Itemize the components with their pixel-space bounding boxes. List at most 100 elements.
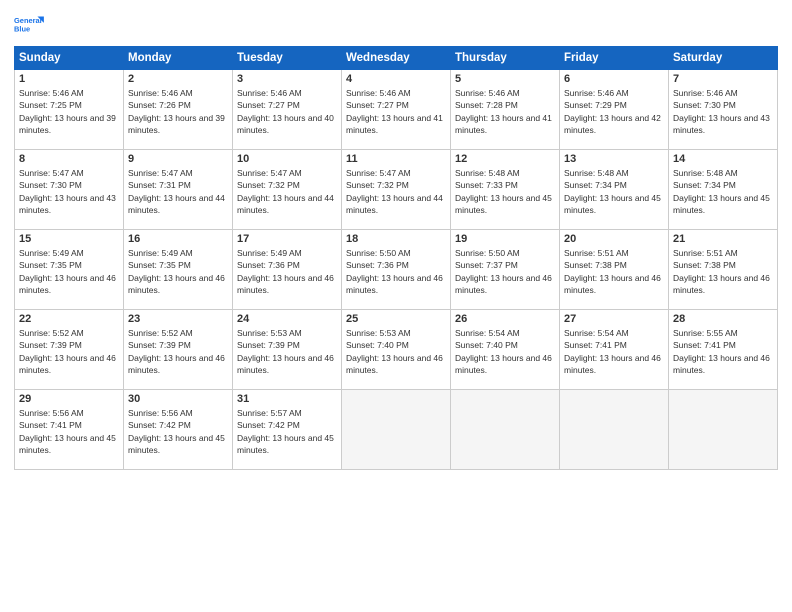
day-number: 19 [455,233,555,245]
header: GeneralBlue [14,10,778,38]
calendar-day-20: 20 Sunrise: 5:51 AMSunset: 7:38 PMDayligh… [560,230,669,310]
day-number: 31 [237,393,337,405]
calendar-day-7: 7 Sunrise: 5:46 AMSunset: 7:30 PMDaylight… [669,70,778,150]
day-info: Sunrise: 5:48 AMSunset: 7:34 PMDaylight:… [564,167,664,216]
day-info: Sunrise: 5:49 AMSunset: 7:35 PMDaylight:… [128,247,228,296]
day-info: Sunrise: 5:53 AMSunset: 7:39 PMDaylight:… [237,327,337,376]
calendar-day-17: 17Sunrise: 5:49 AMSunset: 7:36 PMDayligh… [233,230,342,310]
calendar-day-30: 30 Sunrise: 5:56 AMSunset: 7:42 PMDayligh… [124,390,233,470]
day-info: Sunrise: 5:56 AMSunset: 7:42 PMDaylight:… [128,407,228,456]
calendar-day-22: 22 Sunrise: 5:52 AMSunset: 7:39 PMDayligh… [15,310,124,390]
day-info: Sunrise: 5:52 AMSunset: 7:39 PMDaylight:… [19,327,119,376]
calendar-day-1: 1 Sunrise: 5:46 AMSunset: 7:25 PMDaylight… [15,70,124,150]
day-number: 29 [19,393,119,405]
day-info: Sunrise: 5:51 AMSunset: 7:38 PMDaylight:… [564,247,664,296]
calendar-empty [560,390,669,470]
day-info: Sunrise: 5:48 AMSunset: 7:34 PMDaylight:… [673,167,773,216]
calendar-day-18: 18 Sunrise: 5:50 AMSunset: 7:36 PMDayligh… [342,230,451,310]
calendar-day-27: 27Sunrise: 5:54 AMSunset: 7:41 PMDayligh… [560,310,669,390]
day-number: 2 [128,73,228,85]
calendar-day-4: 4Sunrise: 5:46 AMSunset: 7:27 PMDaylight… [342,70,451,150]
day-number: 27 [564,313,664,325]
calendar-day-16: 16 Sunrise: 5:49 AMSunset: 7:35 PMDayligh… [124,230,233,310]
calendar-day-6: 6 Sunrise: 5:46 AMSunset: 7:29 PMDaylight… [560,70,669,150]
logo-icon: GeneralBlue [14,10,46,38]
calendar-day-23: 23 Sunrise: 5:52 AMSunset: 7:39 PMDayligh… [124,310,233,390]
col-header-friday: Friday [560,47,669,70]
calendar-day-10: 10 Sunrise: 5:47 AMSunset: 7:32 PMDayligh… [233,150,342,230]
day-number: 20 [564,233,664,245]
day-number: 14 [673,153,773,165]
col-header-tuesday: Tuesday [233,47,342,70]
day-number: 16 [128,233,228,245]
day-number: 9 [128,153,228,165]
svg-text:General: General [14,16,42,25]
day-info: Sunrise: 5:46 AMSunset: 7:25 PMDaylight:… [19,87,119,136]
day-number: 25 [346,313,446,325]
day-info: Sunrise: 5:55 AMSunset: 7:41 PMDaylight:… [673,327,773,376]
col-header-sunday: Sunday [15,47,124,70]
calendar-day-5: 5 Sunrise: 5:46 AMSunset: 7:28 PMDaylight… [451,70,560,150]
day-info: Sunrise: 5:46 AMSunset: 7:29 PMDaylight:… [564,87,664,136]
day-info: Sunrise: 5:48 AMSunset: 7:33 PMDaylight:… [455,167,555,216]
svg-text:Blue: Blue [14,24,30,33]
calendar-week-2: 8Sunrise: 5:47 AMSunset: 7:30 PMDaylight… [15,150,778,230]
calendar-table: SundayMondayTuesdayWednesdayThursdayFrid… [14,46,778,470]
calendar-day-15: 15 Sunrise: 5:49 AMSunset: 7:35 PMDayligh… [15,230,124,310]
day-number: 23 [128,313,228,325]
calendar-day-29: 29 Sunrise: 5:56 AMSunset: 7:41 PMDayligh… [15,390,124,470]
day-info: Sunrise: 5:49 AMSunset: 7:35 PMDaylight:… [19,247,119,296]
day-info: Sunrise: 5:47 AMSunset: 7:32 PMDaylight:… [346,167,446,216]
calendar-week-4: 22 Sunrise: 5:52 AMSunset: 7:39 PMDayligh… [15,310,778,390]
day-info: Sunrise: 5:49 AMSunset: 7:36 PMDaylight:… [237,247,337,296]
day-info: Sunrise: 5:57 AMSunset: 7:42 PMDaylight:… [237,407,337,456]
day-number: 6 [564,73,664,85]
calendar-day-11: 11 Sunrise: 5:47 AMSunset: 7:32 PMDayligh… [342,150,451,230]
col-header-saturday: Saturday [669,47,778,70]
day-info: Sunrise: 5:56 AMSunset: 7:41 PMDaylight:… [19,407,119,456]
day-number: 15 [19,233,119,245]
day-info: Sunrise: 5:46 AMSunset: 7:30 PMDaylight:… [673,87,773,136]
calendar-day-13: 13Sunrise: 5:48 AMSunset: 7:34 PMDayligh… [560,150,669,230]
day-info: Sunrise: 5:46 AMSunset: 7:26 PMDaylight:… [128,87,228,136]
day-number: 8 [19,153,119,165]
day-number: 3 [237,73,337,85]
day-info: Sunrise: 5:53 AMSunset: 7:40 PMDaylight:… [346,327,446,376]
calendar-empty [669,390,778,470]
day-number: 22 [19,313,119,325]
calendar-day-25: 25 Sunrise: 5:53 AMSunset: 7:40 PMDayligh… [342,310,451,390]
day-number: 12 [455,153,555,165]
day-number: 10 [237,153,337,165]
day-number: 11 [346,153,446,165]
page-container: GeneralBlue SundayMondayTuesdayWednesday… [0,0,792,478]
day-info: Sunrise: 5:50 AMSunset: 7:37 PMDaylight:… [455,247,555,296]
day-info: Sunrise: 5:52 AMSunset: 7:39 PMDaylight:… [128,327,228,376]
day-number: 1 [19,73,119,85]
day-number: 28 [673,313,773,325]
day-info: Sunrise: 5:47 AMSunset: 7:32 PMDaylight:… [237,167,337,216]
calendar-empty [451,390,560,470]
calendar-day-8: 8Sunrise: 5:47 AMSunset: 7:30 PMDaylight… [15,150,124,230]
calendar-week-3: 15 Sunrise: 5:49 AMSunset: 7:35 PMDayligh… [15,230,778,310]
day-number: 30 [128,393,228,405]
day-number: 18 [346,233,446,245]
day-info: Sunrise: 5:51 AMSunset: 7:38 PMDaylight:… [673,247,773,296]
col-header-wednesday: Wednesday [342,47,451,70]
calendar-day-12: 12 Sunrise: 5:48 AMSunset: 7:33 PMDayligh… [451,150,560,230]
calendar-day-28: 28 Sunrise: 5:55 AMSunset: 7:41 PMDayligh… [669,310,778,390]
day-info: Sunrise: 5:47 AMSunset: 7:31 PMDaylight:… [128,167,228,216]
calendar-week-1: 1 Sunrise: 5:46 AMSunset: 7:25 PMDaylight… [15,70,778,150]
calendar-empty [342,390,451,470]
calendar-day-9: 9 Sunrise: 5:47 AMSunset: 7:31 PMDaylight… [124,150,233,230]
calendar-day-3: 3Sunrise: 5:46 AMSunset: 7:27 PMDaylight… [233,70,342,150]
day-number: 26 [455,313,555,325]
calendar-body: 1 Sunrise: 5:46 AMSunset: 7:25 PMDaylight… [15,70,778,470]
day-info: Sunrise: 5:46 AMSunset: 7:28 PMDaylight:… [455,87,555,136]
calendar-day-24: 24Sunrise: 5:53 AMSunset: 7:39 PMDayligh… [233,310,342,390]
calendar-header-row: SundayMondayTuesdayWednesdayThursdayFrid… [15,47,778,70]
calendar-day-19: 19 Sunrise: 5:50 AMSunset: 7:37 PMDayligh… [451,230,560,310]
day-number: 21 [673,233,773,245]
day-number: 5 [455,73,555,85]
day-info: Sunrise: 5:50 AMSunset: 7:36 PMDaylight:… [346,247,446,296]
day-number: 7 [673,73,773,85]
